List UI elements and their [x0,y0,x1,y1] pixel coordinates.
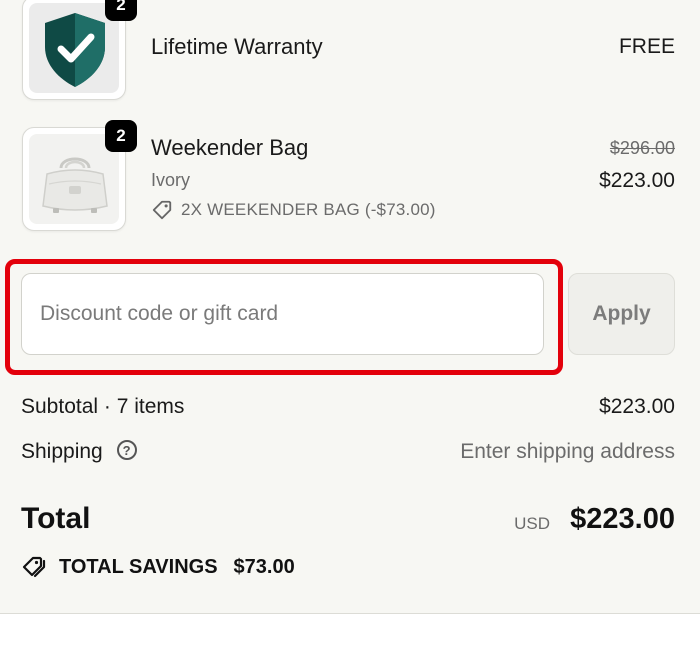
total-label: Total [21,502,91,535]
item-price: FREE [618,35,675,58]
discount-code-input[interactable] [21,273,544,355]
bag-thumbnail: 2 [22,120,137,231]
shipping-value: Enter shipping address [460,440,675,463]
item-name: Lifetime Warranty [151,34,323,59]
total-savings: TOTAL SAVINGS $73.00 [21,554,295,580]
order-summary: 2 Lifetime Warranty FREE 2 Weekender Bag… [0,0,700,614]
item-discount: 2X WEEKENDER BAG (-$73.00) [151,199,436,221]
shipping-row: Shipping ? [21,440,137,464]
total-value: $223.00 [570,503,675,535]
apply-discount-button[interactable]: Apply [568,273,675,355]
quantity-badge: 2 [105,120,137,152]
item-variant: Ivory [151,170,191,190]
subtotal-value: $223.00 [599,395,675,418]
item-name: Weekender Bag [151,135,309,160]
discount-allocation-text: 2X WEEKENDER BAG (-$73.00) [181,200,436,219]
shipping-label: Shipping [21,440,103,463]
warranty-thumbnail: 2 [22,0,137,100]
savings-label: TOTAL SAVINGS [59,555,218,578]
savings-value: $73.00 [233,555,295,578]
quantity-badge: 2 [105,0,137,21]
item-price: $223.00 [599,169,675,192]
tag-icon [152,200,172,220]
help-icon[interactable]: ? [116,440,137,461]
currency-code: USD [514,514,550,533]
subtotal-label: Subtotal · 7 items [21,395,185,418]
tags-icon [22,556,46,578]
original-price: $296.00 [609,138,675,158]
